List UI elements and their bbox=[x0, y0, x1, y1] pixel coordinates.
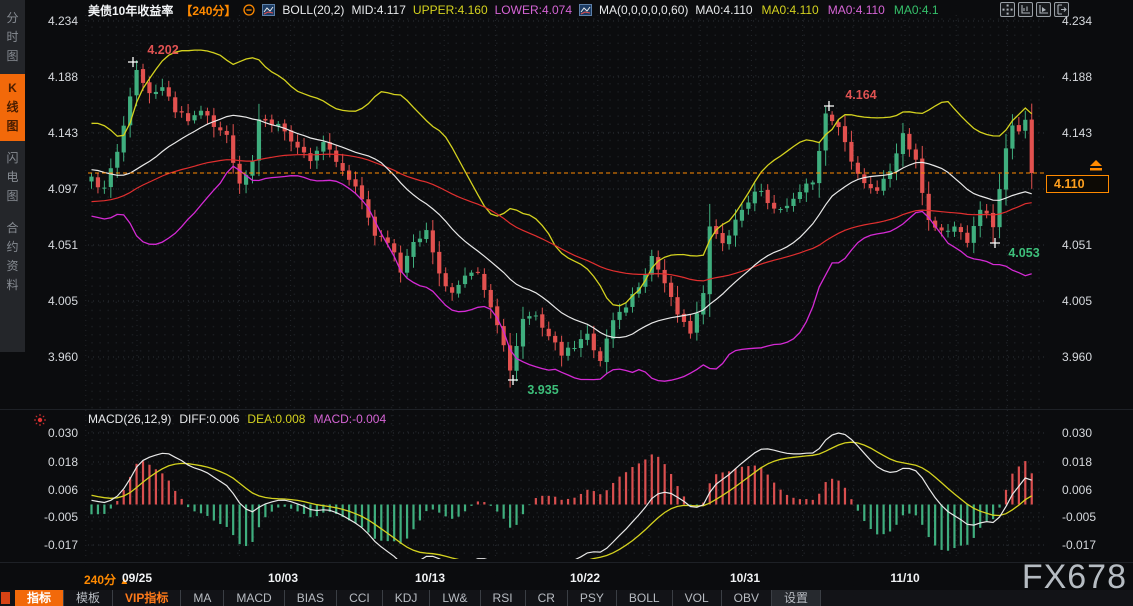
sidebar-tab-4[interactable]: 合约资料 bbox=[0, 214, 25, 300]
price-annotations: 4.202 4.164 3.935 4.053 bbox=[128, 43, 1040, 397]
toolbar-item-MA[interactable]: MA bbox=[181, 590, 224, 606]
toolbar-item-指标[interactable]: 指标 bbox=[15, 590, 64, 606]
sidebar-tab-3[interactable]: 闪电图 bbox=[0, 144, 25, 211]
axis-tick-label: 4.051 bbox=[1062, 238, 1128, 252]
toolbar-item-VIP指标[interactable]: VIP指标 bbox=[113, 590, 181, 606]
svg-text:4.164: 4.164 bbox=[845, 88, 876, 102]
bottom-indicator-toolbar: 指标模板VIP指标MAMACDBIASCCIKDJLW&RSICRPSYBOLL… bbox=[0, 590, 1133, 606]
axis-tick-label: 0.006 bbox=[14, 483, 78, 497]
alert-flash-icon[interactable] bbox=[33, 413, 47, 432]
grid bbox=[86, 15, 1044, 560]
chart-header: 美债10年收益率 【240分】 BOLL(20,2) MID:4.117 UPP… bbox=[88, 2, 939, 18]
period-badge[interactable]: 【240分】 bbox=[180, 2, 236, 19]
svg-text:3.935: 3.935 bbox=[527, 383, 558, 397]
macd-dea-value: DEA:0.008 bbox=[247, 412, 305, 426]
chart-tool-buttons bbox=[1000, 2, 1069, 17]
axis-pan-icon[interactable] bbox=[1036, 2, 1051, 17]
toolbar-item-OBV[interactable]: OBV bbox=[722, 590, 772, 606]
main-chart-plot bbox=[89, 50, 1033, 387]
macd-indicator-header: MACD(26,12,9) DIFF:0.006 DEA:0.008 MACD:… bbox=[88, 412, 386, 426]
ma-name: MA(0,0,0,0,0,60) bbox=[599, 3, 688, 17]
svg-text:4.202: 4.202 bbox=[147, 43, 178, 57]
ma-value: MA0:4.110 bbox=[762, 3, 819, 17]
axis-tick-label: 0.030 bbox=[1062, 426, 1128, 440]
last-price-marker-icon bbox=[1090, 160, 1102, 171]
axis-tick-label: 4.051 bbox=[14, 238, 78, 252]
axis-tick-label: 0.018 bbox=[14, 455, 78, 469]
panel-divider bbox=[0, 409, 1133, 410]
axis-tick-label: -0.005 bbox=[1062, 510, 1128, 524]
axis-tick-label: 4.143 bbox=[14, 126, 78, 140]
ma-chart-icon[interactable] bbox=[579, 4, 592, 16]
boll-upper-value: UPPER:4.160 bbox=[413, 3, 488, 17]
toolbar-item-CR[interactable]: CR bbox=[526, 590, 568, 606]
toolbar-item-CCI[interactable]: CCI bbox=[337, 590, 383, 606]
collapse-indicator-icon[interactable] bbox=[243, 4, 255, 16]
ma-values: MA0:4.110 MA0:4.110 MA0:4.110 MA0:4.1 bbox=[695, 3, 938, 17]
instrument-title: 美债10年收益率 bbox=[88, 2, 173, 19]
toolbar-item-MACD[interactable]: MACD bbox=[224, 590, 284, 606]
boll-lower-value: LOWER:4.074 bbox=[495, 3, 572, 17]
brand-watermark: FX678 bbox=[1022, 558, 1127, 597]
crosshair-move-icon[interactable] bbox=[1000, 2, 1015, 17]
date-tick-label: 10/31 bbox=[713, 571, 777, 585]
axis-tick-label: 3.960 bbox=[14, 350, 78, 364]
macd-plot bbox=[90, 433, 1032, 578]
boll-name: BOLL(20,2) bbox=[282, 3, 344, 17]
axis-tick-label: -0.017 bbox=[14, 538, 78, 552]
ma-value: MA0:4.110 bbox=[695, 3, 752, 17]
axis-tick-label: 4.188 bbox=[1062, 70, 1128, 84]
toolbar-item-VOL[interactable]: VOL bbox=[673, 590, 722, 606]
toolbar-item-KDJ[interactable]: KDJ bbox=[383, 590, 431, 606]
axis-tick-label: 4.188 bbox=[14, 70, 78, 84]
boll-mid-value: MID:4.117 bbox=[351, 3, 405, 17]
toolbar-item-模板[interactable]: 模板 bbox=[64, 590, 113, 606]
date-tick-label: 09/25 bbox=[105, 571, 169, 585]
toolbar-item-设置[interactable]: 设置 bbox=[772, 590, 821, 606]
candlestick-chart-canvas[interactable]: 4.202 4.164 3.935 4.053 bbox=[0, 0, 1133, 606]
date-tick-label: 10/03 bbox=[251, 571, 315, 585]
axis-tick-label: 4.234 bbox=[1062, 14, 1128, 28]
axis-tick-label: -0.005 bbox=[14, 510, 78, 524]
axis-tick-label: 4.143 bbox=[1062, 126, 1128, 140]
axis-tick-label: 4.234 bbox=[14, 14, 78, 28]
axis-tick-label: 0.018 bbox=[1062, 455, 1128, 469]
toolbar-item-BIAS[interactable]: BIAS bbox=[285, 590, 337, 606]
toolbar-item-PSY[interactable]: PSY bbox=[568, 590, 617, 606]
axis-tick-label: -0.017 bbox=[1062, 538, 1128, 552]
date-tick-label: 10/22 bbox=[553, 571, 617, 585]
svg-text:4.053: 4.053 bbox=[1008, 246, 1039, 260]
trading-app-window: { "colors": { "accent": "#ff8a00", "up":… bbox=[0, 0, 1133, 606]
axis-tick-label: 4.097 bbox=[14, 182, 78, 196]
axis-divider bbox=[0, 562, 1133, 563]
corner-marker-icon bbox=[1, 592, 10, 604]
macd-diff-value: DIFF:0.006 bbox=[179, 412, 239, 426]
x-axis-row: 240分 ▲ FX678 09/2510/0310/1310/2210/3111… bbox=[0, 566, 1133, 590]
date-tick-label: 10/13 bbox=[398, 571, 462, 585]
toolbar-item-RSI[interactable]: RSI bbox=[481, 590, 526, 606]
macd-hist-value: MACD:-0.004 bbox=[313, 412, 386, 426]
axis-scale-icon[interactable] bbox=[1018, 2, 1033, 17]
boll-chart-icon[interactable] bbox=[262, 4, 275, 16]
axis-tick-label: 3.960 bbox=[1062, 350, 1128, 364]
ma-value: MA0:4.110 bbox=[828, 3, 885, 17]
axis-tick-label: 4.005 bbox=[1062, 294, 1128, 308]
last-price-tag: 4.110 bbox=[1046, 175, 1109, 193]
ma-value: MA0:4.1 bbox=[894, 3, 939, 17]
macd-name: MACD(26,12,9) bbox=[88, 412, 171, 426]
last-price-value: 4.110 bbox=[1054, 177, 1085, 191]
toolbar-item-LW&[interactable]: LW& bbox=[430, 590, 480, 606]
date-tick-label: 11/10 bbox=[873, 571, 937, 585]
toolbar-item-BOLL[interactable]: BOLL bbox=[617, 590, 673, 606]
axis-tick-label: 4.005 bbox=[14, 294, 78, 308]
axis-tick-label: 0.006 bbox=[1062, 483, 1128, 497]
